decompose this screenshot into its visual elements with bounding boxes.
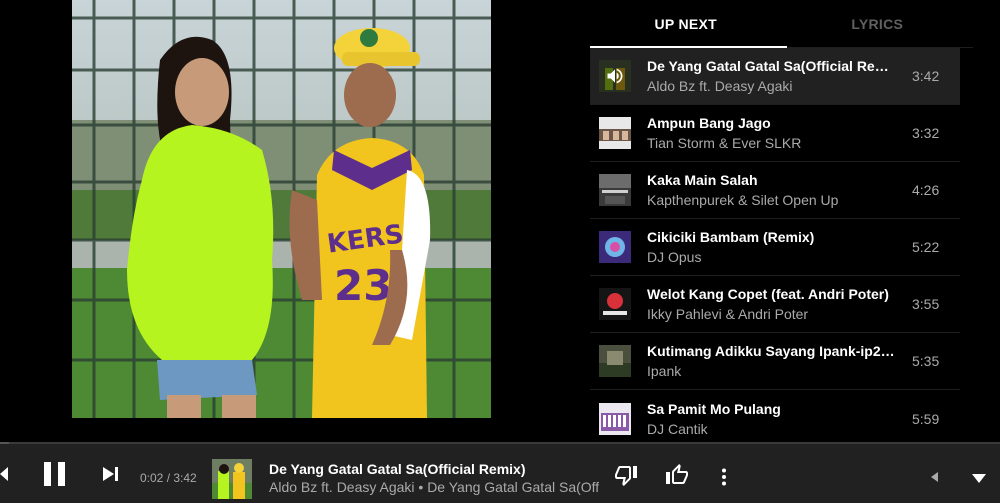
queue-item-artist: DJ Opus xyxy=(647,249,702,265)
chevron-left-icon[interactable] xyxy=(928,470,942,484)
queue-item-meta: Kaka Main Salah Kapthenpurek & Silet Ope… xyxy=(647,172,912,208)
queue-item[interactable]: De Yang Gatal Gatal Sa(Official Remix) A… xyxy=(590,48,960,105)
progress-bar[interactable] xyxy=(0,442,1000,444)
tab-lyrics[interactable]: LYRICS xyxy=(782,0,974,48)
volume-icon xyxy=(599,60,631,92)
queue-item-thumbnail xyxy=(599,231,631,263)
queue-item-meta: Sa Pamit Mo Pulang DJ Cantik xyxy=(647,401,912,437)
queue-item-meta: Ampun Bang Jago Tian Storm & Ever SLKR xyxy=(647,115,912,151)
queue-item-title: Cikiciki Bambam (Remix) xyxy=(647,229,815,245)
queue-item-artist: Kapthenpurek & Silet Open Up xyxy=(647,192,839,208)
queue-item[interactable]: Sa Pamit Mo Pulang DJ Cantik 5:59 xyxy=(590,390,960,447)
queue-item-duration: 4:26 xyxy=(912,182,940,198)
queue-item-thumbnail xyxy=(599,174,631,206)
now-playing-subtitle[interactable]: Aldo Bz ft. Deasy Agaki • De Yang Gatal … xyxy=(269,479,599,495)
queue-item-meta: Cikiciki Bambam (Remix) DJ Opus xyxy=(647,229,912,265)
album-artwork: KERS 23 xyxy=(72,0,491,418)
thumb-down-icon[interactable] xyxy=(612,462,640,488)
player-bar: 0:02 / 3:42 De Yang Gatal Gatal Sa(Offic… xyxy=(0,442,1000,503)
chevron-down-icon[interactable] xyxy=(968,470,990,486)
queue-item-meta: Kutimang Adikku Sayang Ipank-ip209 ... I… xyxy=(647,343,912,379)
queue-item-title: De Yang Gatal Gatal Sa(Official Remix) xyxy=(647,58,899,74)
album-artwork-illustration: KERS 23 xyxy=(72,0,491,418)
queue-item-title: Kutimang Adikku Sayang Ipank-ip209 ... xyxy=(647,343,899,359)
side-panel-tabs: UP NEXT LYRICS xyxy=(590,0,973,48)
queue-item-title: Welot Kang Copet (feat. Andri Poter) xyxy=(647,286,889,302)
queue-item-artist: Ikky Pahlevi & Andri Poter xyxy=(647,306,809,322)
progress-bar-fill xyxy=(0,442,9,444)
queue-item-artist: Ipank xyxy=(647,363,682,379)
queue-item-duration: 5:22 xyxy=(912,239,940,255)
tab-up-next[interactable]: UP NEXT xyxy=(590,0,782,48)
queue-item-meta: De Yang Gatal Gatal Sa(Official Remix) A… xyxy=(647,58,912,94)
now-playing-title[interactable]: De Yang Gatal Gatal Sa(Official Remix) xyxy=(269,461,526,477)
queue-item-duration: 5:59 xyxy=(912,410,940,427)
queue-item-thumbnail xyxy=(599,288,631,320)
queue-item[interactable]: Cikiciki Bambam (Remix) DJ Opus 5:22 xyxy=(590,219,960,276)
side-panel: UP NEXT LYRICS De Yang Gatal Gatal Sa(Of… xyxy=(590,0,973,442)
queue-item[interactable]: Welot Kang Copet (feat. Andri Poter) Ikk… xyxy=(590,276,960,333)
up-next-queue: De Yang Gatal Gatal Sa(Official Remix) A… xyxy=(590,48,960,447)
queue-item-duration: 5:35 xyxy=(912,353,940,369)
skip-previous-icon[interactable] xyxy=(0,466,10,482)
queue-item-title: Sa Pamit Mo Pulang xyxy=(647,400,781,417)
queue-item-duration: 3:32 xyxy=(912,125,940,141)
queue-item-thumbnail xyxy=(599,402,631,435)
queue-item-meta: Welot Kang Copet (feat. Andri Poter) Ikk… xyxy=(647,286,912,322)
queue-item-artist: DJ Cantik xyxy=(647,420,708,437)
queue-item-title: Kaka Main Salah xyxy=(647,172,758,188)
queue-item[interactable]: Kutimang Adikku Sayang Ipank-ip209 ... I… xyxy=(590,333,960,390)
queue-item[interactable]: Ampun Bang Jago Tian Storm & Ever SLKR 3… xyxy=(590,105,960,162)
queue-item-thumbnail xyxy=(599,117,631,149)
queue-item-artist: Tian Storm & Ever SLKR xyxy=(647,135,802,151)
queue-item-thumbnail xyxy=(599,60,631,92)
queue-item-artist: Aldo Bz ft. Deasy Agaki xyxy=(647,78,793,94)
more-vert-icon[interactable] xyxy=(714,466,734,488)
now-playing-thumbnail xyxy=(212,459,252,499)
queue-item[interactable]: Kaka Main Salah Kapthenpurek & Silet Ope… xyxy=(590,162,960,219)
queue-item-duration: 3:55 xyxy=(912,296,940,312)
queue-item-duration: 3:42 xyxy=(912,68,940,84)
skip-next-icon[interactable] xyxy=(100,464,122,484)
thumb-up-icon[interactable] xyxy=(663,462,691,488)
queue-item-thumbnail xyxy=(599,345,631,377)
playback-time: 0:02 / 3:42 xyxy=(140,471,197,485)
queue-item-title: Ampun Bang Jago xyxy=(647,115,771,131)
pause-icon[interactable] xyxy=(38,460,72,488)
svg-text:23: 23 xyxy=(334,261,392,310)
